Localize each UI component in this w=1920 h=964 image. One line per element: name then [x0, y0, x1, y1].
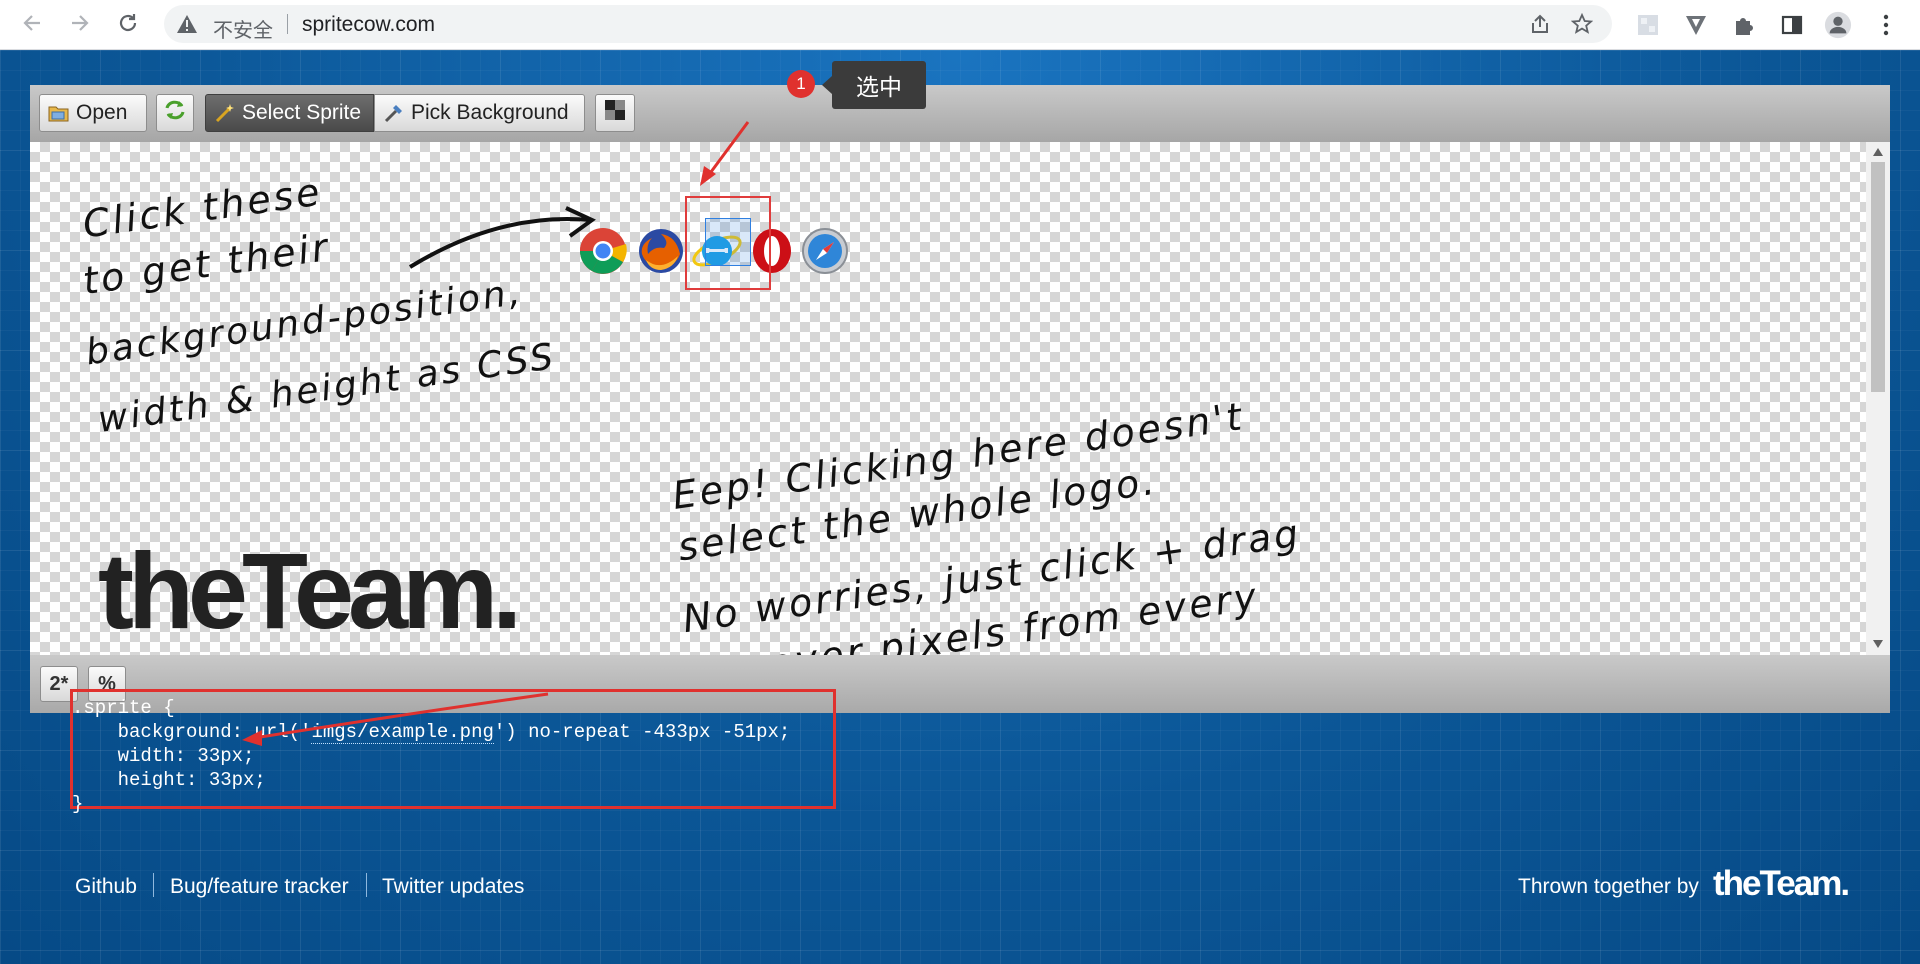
- css-line-4: height: 33px;: [72, 769, 266, 791]
- css-line-2-suffix: ') no-repeat -433px -51px;: [493, 721, 791, 743]
- extension-tile-icon[interactable]: [1634, 11, 1662, 39]
- share-icon[interactable]: [1526, 10, 1554, 38]
- reload-button[interactable]: [112, 9, 144, 41]
- warning-icon[interactable]: [176, 14, 198, 39]
- css-line-2-prefix: background: url(': [72, 721, 312, 743]
- back-arrow-icon: [21, 12, 43, 39]
- browser-toolbar: 不安全 spritecow.com: [0, 0, 1920, 50]
- open-button[interactable]: Open: [39, 94, 147, 132]
- selection-highlight-box: [685, 196, 771, 290]
- select-sprite-button[interactable]: Select Sprite: [205, 94, 374, 132]
- puzzle-icon[interactable]: [1730, 11, 1758, 39]
- tooltip-tail: [822, 76, 832, 94]
- url-text[interactable]: spritecow.com: [302, 13, 435, 37]
- annotation-badge: 1: [787, 70, 815, 98]
- footer-link-twitter[interactable]: Twitter updates: [382, 875, 524, 899]
- magic-wand-icon: [214, 102, 236, 124]
- annotation-tooltip: 选中: [832, 61, 926, 109]
- profile-icon[interactable]: [1824, 11, 1852, 39]
- pick-background-label: Pick Background: [411, 101, 569, 124]
- sprite-selection[interactable]: [705, 218, 751, 266]
- eyedropper-icon: [383, 102, 405, 124]
- divider: [287, 14, 288, 34]
- reload-sprite-button[interactable]: [156, 94, 194, 132]
- forward-arrow-icon: [69, 12, 91, 39]
- insecure-label: 不安全: [213, 20, 273, 42]
- footer-divider: [366, 873, 367, 897]
- scroll-down-arrow-icon[interactable]: [1871, 637, 1885, 651]
- address-bar[interactable]: 不安全 spritecow.com: [164, 5, 1612, 43]
- scrollbar-thumb[interactable]: [1871, 162, 1885, 392]
- css-line-3: width: 33px;: [72, 745, 255, 767]
- side-panel-icon[interactable]: [1778, 11, 1806, 39]
- css-line-1: .sprite {: [72, 697, 175, 719]
- footer-credit-text: Thrown together by: [1518, 875, 1699, 898]
- footer-theteam-logo[interactable]: theTeam.: [1713, 864, 1850, 904]
- firefox-logo-icon[interactable]: [634, 224, 688, 278]
- css-line-5: }: [72, 793, 84, 815]
- pick-background-button[interactable]: Pick Background: [374, 94, 585, 132]
- css-output[interactable]: .sprite { background: url('imgs/example.…: [72, 696, 790, 816]
- bookmark-star-icon[interactable]: [1568, 10, 1596, 38]
- app-toolbar: Open Select Sprite Pick Background: [30, 85, 1890, 142]
- forward-button[interactable]: [64, 9, 96, 41]
- scroll-up-arrow-icon[interactable]: [1871, 145, 1885, 159]
- select-sprite-label: Select Sprite: [242, 101, 362, 124]
- vertical-scrollbar[interactable]: [1866, 142, 1890, 655]
- refresh-icon: [163, 99, 187, 127]
- css-image-url[interactable]: imgs/example.png: [311, 721, 494, 744]
- checkerboard-icon: [604, 99, 626, 127]
- footer-link-github[interactable]: Github: [75, 875, 137, 899]
- back-button[interactable]: [16, 9, 48, 41]
- sprite-canvas[interactable]: Click these to get their background-posi…: [30, 142, 1866, 655]
- open-label: Open: [76, 101, 128, 124]
- kebab-menu-icon[interactable]: [1872, 11, 1900, 39]
- footer-divider: [153, 873, 154, 897]
- footer-link-bug-tracker[interactable]: Bug/feature tracker: [170, 875, 349, 899]
- theteam-logo[interactable]: theTeam.: [98, 528, 522, 653]
- reload-icon: [117, 12, 139, 39]
- extension-v-icon[interactable]: [1682, 11, 1710, 39]
- safari-logo-icon[interactable]: [798, 224, 852, 278]
- chrome-logo-icon[interactable]: [576, 224, 630, 278]
- toggle-background-button[interactable]: [595, 94, 635, 132]
- folder-icon: [48, 103, 70, 123]
- sprite-cow-app: Open Select Sprite Pick Background Click…: [30, 85, 1890, 713]
